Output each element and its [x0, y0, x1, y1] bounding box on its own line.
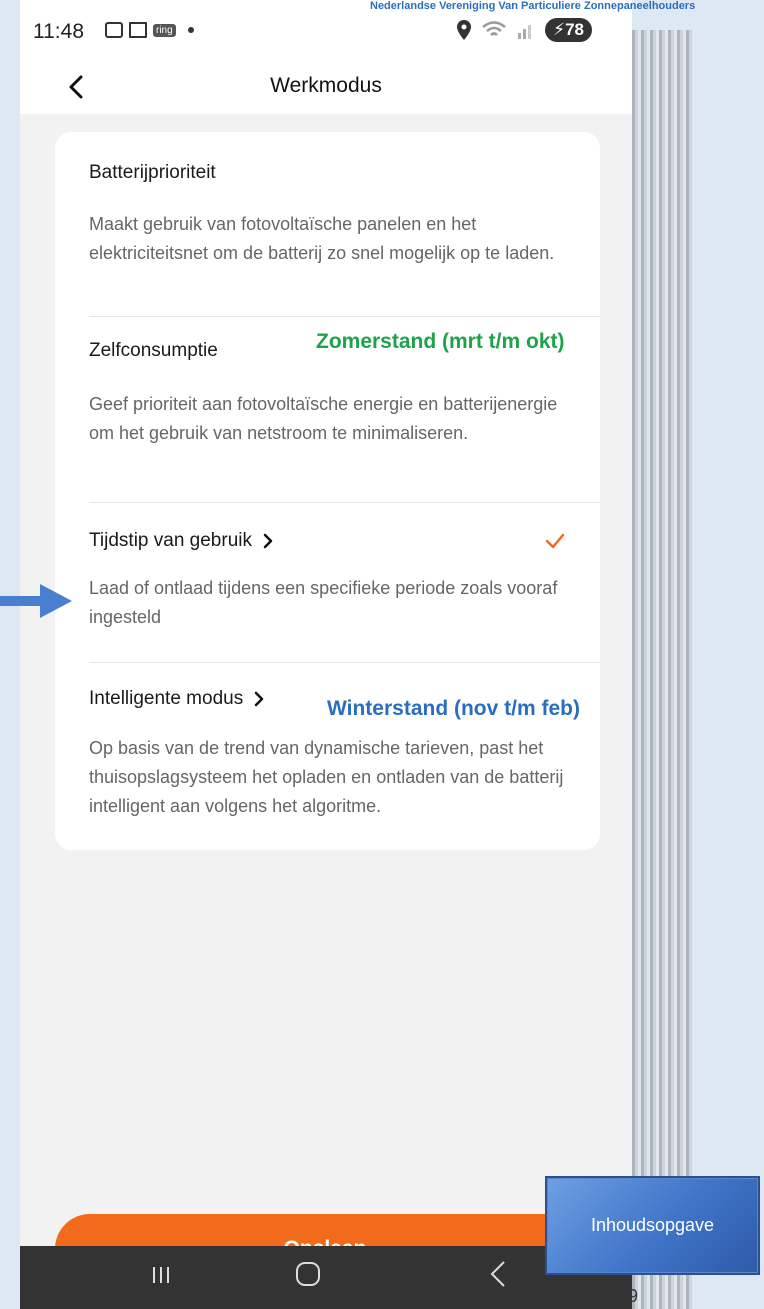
battery-level: 78: [565, 20, 584, 39]
option-time-of-use[interactable]: Tijdstip van gebruik Laad of ontlaad tij…: [89, 530, 567, 632]
page-title: Werkmodus: [270, 74, 382, 97]
wifi-icon: [482, 21, 506, 36]
android-nav-bar: [20, 1246, 632, 1309]
notification-icons: ring: [105, 22, 194, 38]
option-title-text: Tijdstip van gebruik: [89, 530, 252, 551]
back-icon[interactable]: [490, 1260, 506, 1288]
status-time: 11:48: [33, 20, 84, 43]
location-icon: [457, 20, 472, 40]
chevron-right-icon[interactable]: [262, 533, 274, 549]
option-description: Geef prioriteit aan fotovoltaïsche energ…: [89, 394, 558, 443]
battery-icon: ⚡78: [545, 18, 592, 42]
work-mode-options-card: Batterijprioriteit Maakt gebruik van fot…: [55, 132, 600, 850]
option-title-text: Batterijprioriteit: [89, 162, 216, 183]
phone-frame-shadow: [632, 30, 692, 1309]
winter-mode-annotation: Winterstand (nov t/m feb): [327, 697, 580, 720]
option-title: Tijdstip van gebruik: [89, 530, 567, 552]
option-title-text: Zelfconsumptie: [89, 340, 218, 361]
chevron-right-icon[interactable]: [253, 691, 265, 707]
table-of-contents-button[interactable]: Inhoudsopgave: [545, 1176, 760, 1275]
option-self-consumption[interactable]: Zelfconsumptie Geef prioriteit aan fotov…: [89, 340, 567, 448]
divider: [89, 502, 600, 503]
option-description: Laad of ontlaad tijdens een specifieke p…: [89, 578, 558, 627]
divider: [89, 662, 600, 663]
home-icon[interactable]: [296, 1262, 320, 1286]
arrow-right-icon: [0, 584, 72, 618]
divider: [89, 316, 600, 317]
system-icons: ⚡78: [457, 18, 592, 42]
association-name: Nederlandse Vereniging Van Particuliere …: [370, 0, 696, 12]
cast-icon: [129, 22, 147, 38]
app-header: Werkmodus: [20, 62, 632, 114]
signal-icon: [518, 25, 532, 39]
option-battery-priority[interactable]: Batterijprioriteit Maakt gebruik van fot…: [89, 162, 567, 268]
notification-dot-icon: [187, 27, 194, 33]
checkmark-icon: [545, 533, 565, 549]
option-description: Maakt gebruik van fotovoltaïsche panelen…: [89, 214, 555, 263]
recents-icon[interactable]: [150, 1264, 172, 1286]
phone-screen: 11:48 ring ⚡78 Werkmodus Batterijpriorit…: [20, 0, 632, 1309]
option-title: Batterijprioriteit: [89, 162, 567, 184]
ring-icon: ring: [153, 23, 176, 37]
option-title-text: Intelligente modus: [89, 688, 244, 709]
summer-mode-annotation: Zomerstand (mrt t/m okt): [316, 330, 565, 353]
screenshot-icon: [105, 22, 123, 38]
page-number: 9: [628, 1286, 639, 1306]
option-description: Op basis van de trend van dynamische tar…: [89, 738, 564, 816]
